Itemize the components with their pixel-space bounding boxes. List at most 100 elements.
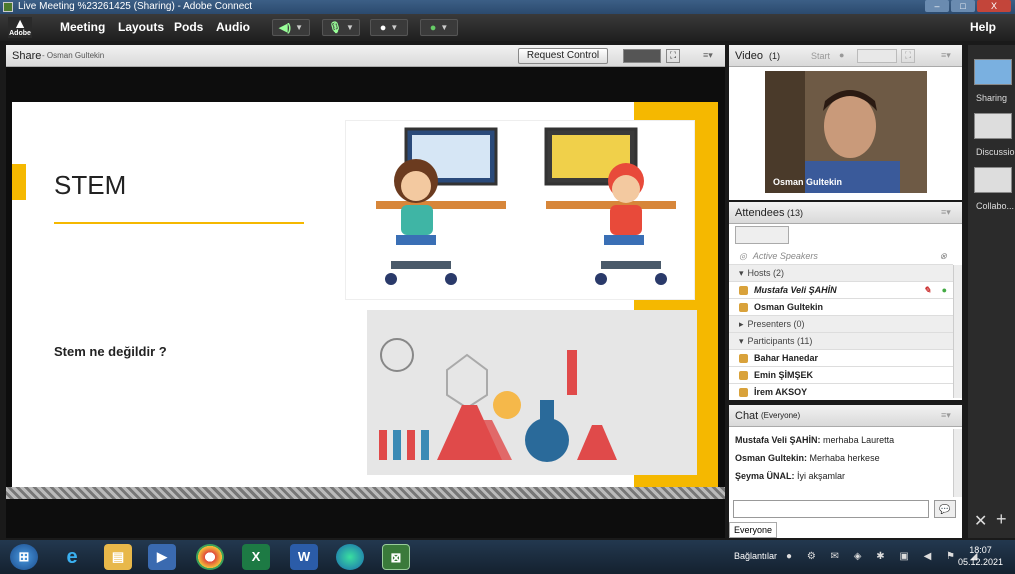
speaker-icon: ◎ [739,251,747,261]
edge-icon[interactable] [336,544,364,570]
start-button[interactable]: ⊞ [10,544,38,570]
menu-meeting[interactable]: Meeting [60,20,105,34]
hosts-section-header[interactable]: ▾ Hosts (2) [729,265,953,282]
chat-tab-everyone[interactable]: Everyone [729,522,777,538]
request-control-button[interactable]: Request Control [518,48,608,64]
attendee-view-toggle[interactable] [735,226,789,244]
microphone-button[interactable]: 🎙 ▼ [322,19,360,36]
video-pod-count: (1) [769,51,780,61]
slide-title-underline [54,222,304,224]
video-fullscreen-icon[interactable]: ⛶ [901,49,915,63]
tray-connections-label[interactable]: Bağlantılar [734,551,777,561]
chat-pod-header: Chat (Everyone) ≡▾ [729,405,962,427]
layout-sharing-label[interactable]: Sharing [976,93,1007,103]
media-player-icon[interactable]: ▶ [148,544,176,570]
menu-audio[interactable]: Audio [216,20,250,34]
speech-bubble-icon: 💬 [939,504,951,514]
microphone-icon: 🎙 [328,22,343,34]
send-message-button[interactable]: 💬 [934,500,956,518]
attendees-pod-title: Attendees [735,207,785,219]
fullscreen-icon[interactable]: ⛶ [666,49,680,63]
chat-message: Şeyma ÜNAL: İyi akşamlar [735,471,846,481]
view-mode-icon[interactable] [623,49,661,63]
chat-scope: (Everyone) [761,411,801,420]
active-speakers-row: ◎ Active Speakers ⊗ [729,248,953,265]
participants-section-header[interactable]: ▾ Participants (11) [729,333,953,350]
chevron-down-icon: ▾ [739,336,744,346]
chevron-down-icon: ▼ [295,23,304,32]
chat-pod: Chat (Everyone) ≡▾ Mustafa Veli ŞAHİN: m… [729,405,962,538]
close-button[interactable]: X [977,0,1011,12]
layout-collabo-label[interactable]: Collabo... [976,201,1014,211]
slide-title-marker [12,164,26,200]
menu-help[interactable]: Help [970,20,996,34]
pod-options-icon[interactable]: ≡▾ [941,410,951,421]
pod-options-icon[interactable]: ≡▾ [941,207,951,218]
status-icon: ● [429,21,437,34]
attendees-count: (13) [787,208,804,218]
share-pod-header: Share - Osman Gultekin Request Control ⛶… [6,45,725,67]
attendee-row[interactable]: Osman Gultekin [729,299,953,316]
webcam-icon: ● [839,50,845,60]
attendee-row[interactable]: İrem AKSOY [729,384,953,398]
chrome-icon[interactable] [196,544,224,570]
maximize-button[interactable]: □ [951,0,975,12]
slide-title: STEM [54,170,127,200]
close-icon[interactable]: ⊗ [939,248,947,265]
layout-collabo-thumb[interactable] [974,167,1012,193]
windows-taskbar: ⊞ e ▤ ▶ X W ⊠ Bağlantılar ● ⚙ ✉ ◈ ✱ ▣ ◀ … [0,540,1015,574]
chat-pod-title: Chat [735,410,759,422]
kids-illustration-svg [376,127,676,285]
webcam-button[interactable]: ● ▼ [370,19,408,36]
menu-pods[interactable]: Pods [174,20,203,34]
layout-discussion-thumb[interactable] [974,113,1012,139]
attendee-row[interactable]: Bahar Hanedar [729,350,953,367]
attendees-scrollbar[interactable] [953,265,962,398]
webcam-speaker-name: Osman Gultekin [773,177,843,187]
pod-options-icon[interactable]: ≡▾ [941,50,951,61]
video-layout-icon[interactable] [857,49,897,63]
window-title: Live Meeting %23261425 (Sharing) - Adobe… [18,1,253,12]
add-layout-icon[interactable]: + [996,509,1007,530]
menu-layouts[interactable]: Layouts [118,20,164,34]
attendee-row[interactable]: Mustafa Veli ŞAHİN ✎ ● [729,282,953,299]
clock-date: 05.12.2021 [958,557,1004,567]
close-layout-icon[interactable]: ✕ [974,511,987,531]
start-webcam-button[interactable]: Start [811,51,830,61]
webcam-icon: ● [379,21,387,34]
slide-question: Stem ne değildir ? [54,344,167,359]
video-pod: Video (1) Start ● ⛶ ≡▾ Osman Gultekin [729,45,962,200]
chat-input[interactable] [733,500,929,518]
minimize-button[interactable]: – [925,0,949,12]
speaker-volume-button[interactable]: ◀) ▼ [272,19,310,36]
system-tray-icons[interactable]: ● ⚙ ✉ ◈ ✱ ▣ ◀ ⚑ ◢ [786,551,983,562]
internet-explorer-icon[interactable]: e [58,544,86,570]
app-icon [3,2,13,12]
kids-computer-illustration [345,120,695,300]
attendees-pod-header: Attendees (13) ≡▾ [729,202,962,224]
adobe-connect-icon[interactable]: ⊠ [382,544,410,570]
webcam-feed: Osman Gultekin [765,71,927,193]
word-icon[interactable]: W [290,544,318,570]
microphone-icon: ✎ [923,285,931,295]
attendee-row[interactable]: Emin ŞİMŞEK [729,367,953,384]
chevron-down-icon: ▼ [346,23,354,32]
chat-message: Mustafa Veli ŞAHİN: merhaba Lauretta [735,435,895,445]
pod-options-icon[interactable]: ≡▾ [703,50,713,61]
file-explorer-icon[interactable]: ▤ [104,544,132,570]
chat-scrollbar[interactable] [953,429,962,497]
speaker-icon: ◀) [278,22,292,34]
chevron-right-icon: ▸ [739,319,744,329]
menu-bar: ▲ Adobe Meeting Layouts Pods Audio ◀) ▼ 🎙… [0,14,1015,41]
status-button[interactable]: ● ▼ [420,19,458,36]
presenters-section-header[interactable]: ▸ Presenters (0) [729,316,953,333]
excel-icon[interactable]: X [242,544,270,570]
attendees-pod: Attendees (13) ≡▾ ◎ Active Speakers ⊗ ▾ Ho… [729,202,962,400]
share-pod-title: Share [12,50,42,62]
layout-sharing-thumb[interactable] [974,59,1012,85]
layout-discussion-label[interactable]: Discussion [976,147,1015,157]
taskbar-clock[interactable]: 18:07 05.12.2021 [958,544,1003,568]
slide-bottom-pattern [6,487,725,499]
share-presenter: - Osman Gultekin [42,51,105,60]
slide-content: STEM Stem ne değildir ? [12,102,718,490]
